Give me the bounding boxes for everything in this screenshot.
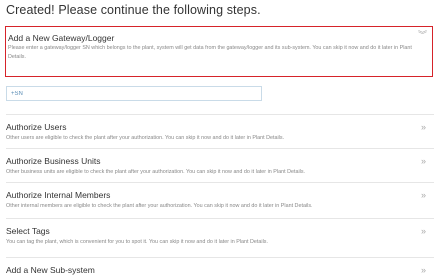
step-title: Select Tags — [6, 226, 50, 236]
step-add-gateway-logger[interactable]: Add a New Gateway/Logger Please enter a … — [5, 26, 433, 77]
step-authorize-users[interactable]: Authorize Users Other users are eligible… — [0, 114, 434, 147]
step-description: Other users are eligible to check the pl… — [6, 135, 285, 141]
step-title: Add a New Sub-system — [6, 265, 95, 275]
page-title: Created! Please continue the following s… — [6, 3, 261, 17]
step-select-tags[interactable]: Select Tags You can tag the plant, which… — [0, 218, 434, 251]
step-title: Add a New Gateway/Logger — [8, 33, 115, 43]
step-title: Authorize Users — [6, 122, 67, 132]
step-description: Other business units are eligible to che… — [6, 169, 306, 175]
step-add-sub-system[interactable]: Add a New Sub-system » — [0, 257, 434, 276]
step-title: Authorize Business Units — [6, 156, 101, 166]
step-description: Please enter a gateway/logger SN which b… — [8, 45, 412, 60]
step-authorize-business-units[interactable]: Authorize Business Units Other business … — [0, 148, 434, 181]
chevron-double-down-icon[interactable]: ︾ — [418, 31, 427, 40]
step-authorize-internal-members[interactable]: Authorize Internal Members Other interna… — [0, 182, 434, 215]
chevron-double-right-icon[interactable]: » — [421, 191, 426, 200]
step-description: Other internal members are eligible to c… — [6, 203, 313, 209]
chevron-double-right-icon[interactable]: » — [421, 266, 426, 275]
chevron-double-right-icon[interactable]: » — [421, 157, 426, 166]
chevron-double-right-icon[interactable]: » — [421, 123, 426, 132]
chevron-double-right-icon[interactable]: » — [421, 227, 426, 236]
step-description: You can tag the plant, which is convenie… — [6, 239, 269, 245]
sn-input[interactable] — [6, 86, 262, 101]
step-title: Authorize Internal Members — [6, 190, 111, 200]
